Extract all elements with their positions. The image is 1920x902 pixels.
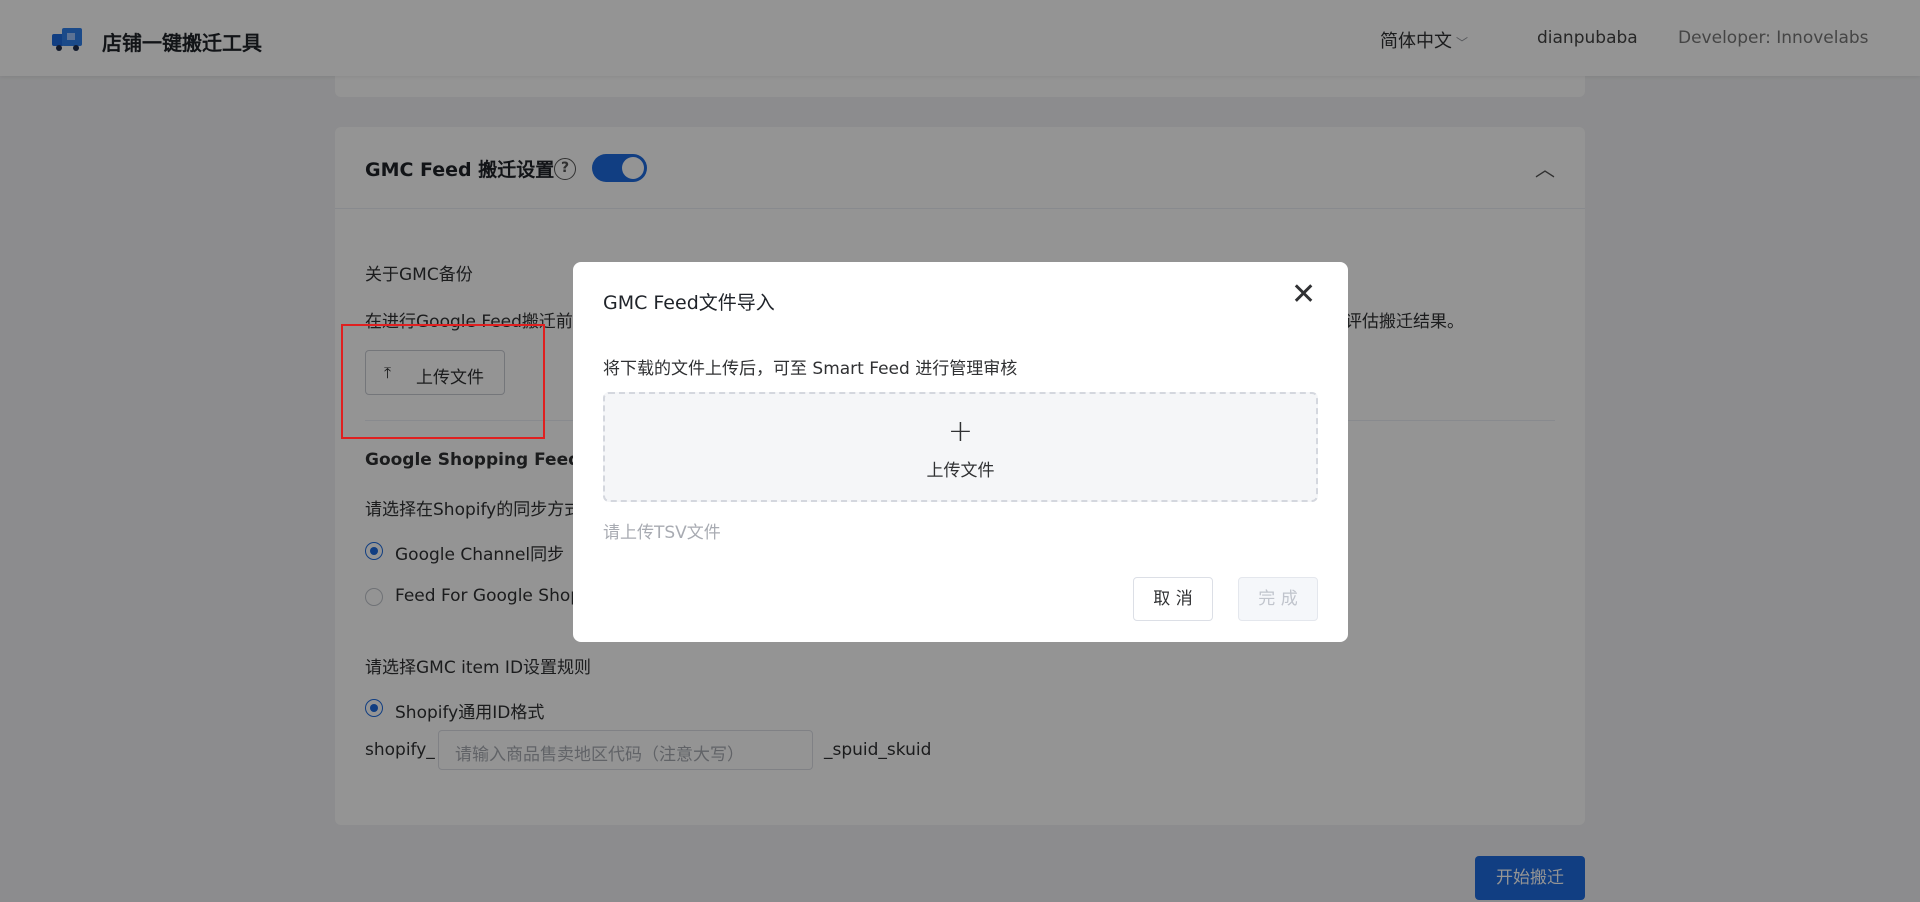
tsv-hint: 请上传TSV文件: [603, 523, 721, 543]
plus-icon: +: [947, 414, 974, 449]
dialog-title: GMC Feed文件导入: [603, 292, 775, 314]
dropzone-label: 上传文件: [926, 461, 995, 481]
done-button[interactable]: 完 成: [1238, 577, 1318, 621]
cancel-button[interactable]: 取 消: [1133, 577, 1213, 621]
dialog-description: 将下载的文件上传后，可至 Smart Feed 进行管理审核: [603, 359, 1018, 379]
annotation-box-upload: [341, 324, 545, 439]
gmc-feed-import-dialog: GMC Feed文件导入 ✕ 将下载的文件上传后，可至 Smart Feed 进…: [573, 262, 1348, 642]
file-dropzone[interactable]: + 上传文件: [603, 392, 1318, 502]
close-icon[interactable]: ✕: [1291, 280, 1316, 310]
